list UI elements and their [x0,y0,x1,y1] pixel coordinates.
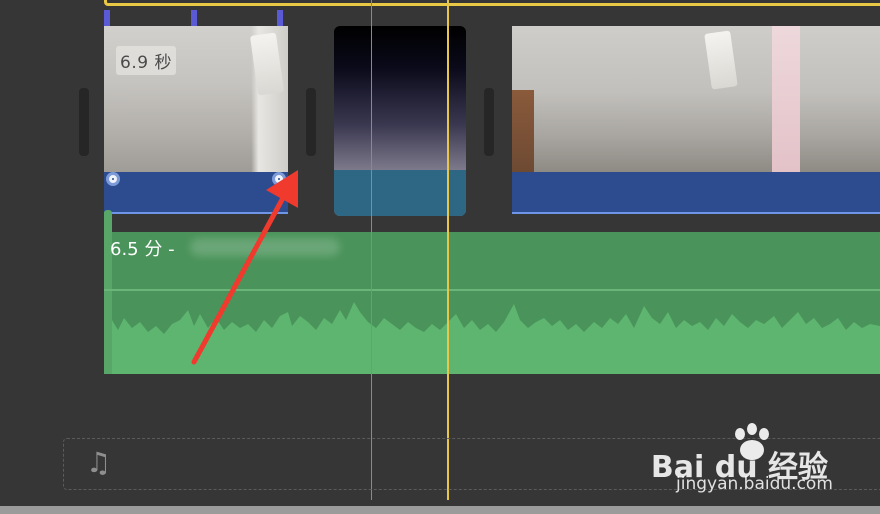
thumbnail-detail [249,32,285,96]
playhead[interactable] [447,0,449,500]
clip-gap-handle[interactable] [484,88,494,156]
clip-thumbnail [772,26,880,172]
music-note-icon: ♫ [86,446,112,479]
skimmer-line [371,0,372,500]
clip-thumbnail [512,26,772,172]
video-clip-2[interactable] [512,26,880,216]
bottom-scroll-bar[interactable] [0,506,880,514]
clip-gap-handle[interactable] [79,88,89,156]
thumbnail-detail [704,30,738,90]
thumbnail-detail [772,26,800,172]
clip-duration-label: 6.9 秒 [116,46,176,75]
selection-bar[interactable] [104,0,880,6]
clip-gap-handle[interactable] [306,88,316,156]
annotation-arrow [191,170,298,365]
watermark-url: jingyan.baidu.com [676,474,833,494]
thumbnail-detail [512,90,534,172]
audio-clip-label: 6.5 分 - [110,239,175,260]
clip-audio-strip [512,172,880,212]
trim-handle-left[interactable] [106,172,120,186]
clip-underline [512,212,880,214]
